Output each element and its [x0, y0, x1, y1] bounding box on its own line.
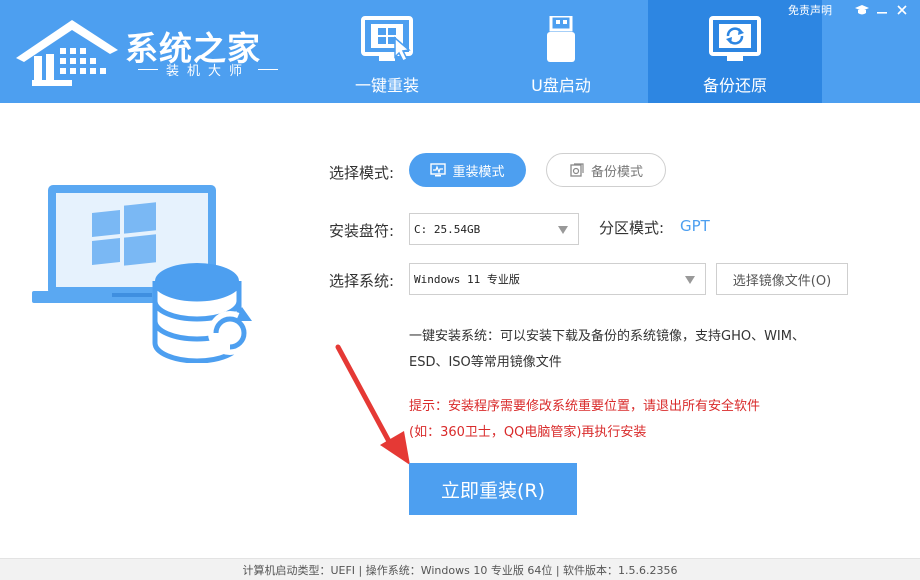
header-bar: 系统之家 装机大师 一键重装 U盘启动 备份还原 免责声明 — [0, 0, 920, 103]
reinstall-mode-button[interactable]: 重装模式 — [409, 153, 526, 187]
partition-mode-value: GPT — [680, 217, 710, 235]
house-logo-icon — [16, 20, 118, 86]
app-logo: 系统之家 装机大师 — [12, 10, 282, 90]
mode-label: 选择模式: — [329, 164, 395, 182]
tab-one-click-reinstall[interactable]: 一键重装 — [300, 0, 474, 103]
disk-select-value: C: 25.54GB — [414, 222, 481, 236]
minimize-icon[interactable] — [874, 2, 890, 18]
backup-restore-icon — [709, 16, 761, 61]
tab-label: 一键重装 — [354, 76, 419, 95]
red-arrow-icon — [335, 344, 410, 465]
tab-label: 备份还原 — [702, 76, 767, 95]
status-bar: 计算机启动类型：UEFI | 操作系统：Windows 10 专业版 64位 |… — [0, 558, 920, 580]
reinstall-mode-label: 重装模式 — [452, 164, 505, 180]
disk-label: 安装盘符: — [329, 222, 395, 240]
pulse-monitor-icon — [430, 163, 447, 177]
windows-cursor-icon — [361, 16, 413, 63]
select-image-file-button[interactable]: 选择镜像文件(O) — [716, 263, 848, 295]
backup-mode-label: 备份模式 — [590, 164, 643, 180]
window-controls: 免责声明 — [788, 2, 910, 18]
status-text: 计算机启动类型：UEFI | 操作系统：Windows 10 专业版 64位 |… — [242, 563, 678, 577]
system-select[interactable]: Windows 11 专业版 — [409, 263, 706, 295]
tab-label: U盘启动 — [531, 76, 591, 95]
disk-select[interactable]: C: 25.54GB — [409, 213, 579, 245]
usb-drive-icon — [547, 16, 575, 62]
main-panel: 选择模式: 重装模式 备份模式 安装盘符: C: 25.54GB 分区模式: G… — [0, 103, 920, 558]
logo-subtitle: 装机大师 — [130, 60, 286, 79]
dropdown-caret-icon — [685, 276, 695, 284]
laptop-database-illustration-icon — [32, 185, 252, 363]
graduation-cap-icon[interactable] — [854, 2, 870, 18]
system-label: 选择系统: — [329, 272, 395, 290]
install-description: 一键安装系统：可以安装下载及备份的系统镜像，支持GHO、WIM、 ESD、ISO… — [409, 329, 805, 370]
partition-label: 分区模式: — [599, 219, 665, 237]
disclaimer-link[interactable]: 免责声明 — [788, 2, 832, 18]
backup-file-icon — [569, 163, 585, 177]
close-icon[interactable] — [894, 2, 910, 18]
system-select-value: Windows 11 专业版 — [414, 273, 520, 286]
dropdown-caret-icon — [558, 226, 568, 234]
tab-usb-boot[interactable]: U盘启动 — [474, 0, 648, 103]
install-now-button[interactable]: 立即重装(R) — [409, 463, 577, 515]
warning-tip: 提示：安装程序需要修改系统重要位置，请退出所有安全软件 (如：360卫士，QQ电… — [409, 399, 761, 440]
backup-mode-button[interactable]: 备份模式 — [546, 153, 666, 187]
